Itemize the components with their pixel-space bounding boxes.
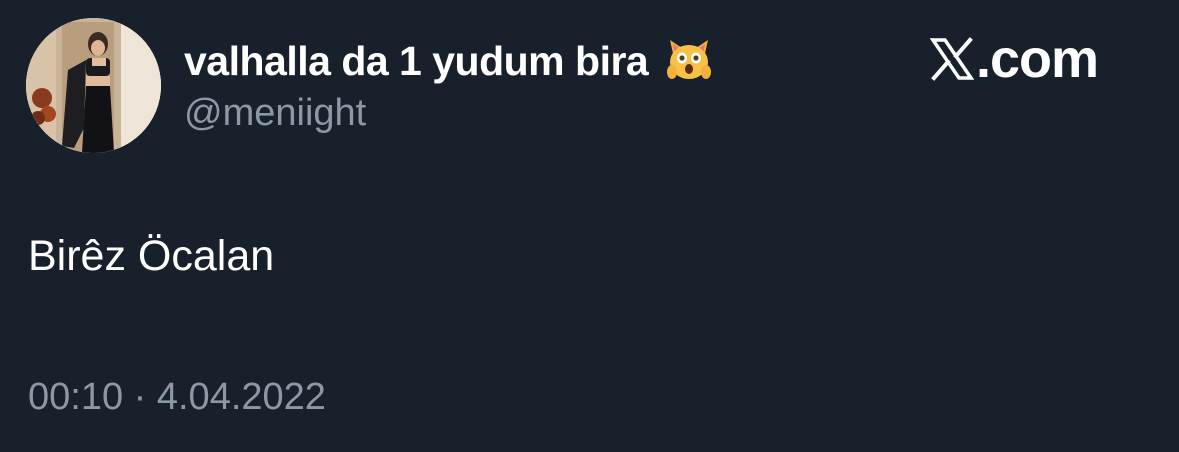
- x-brand: .com: [930, 28, 1099, 90]
- author-handle[interactable]: @meniight: [184, 92, 366, 135]
- brand-domain-label: .com: [976, 29, 1099, 89]
- tweet-text: Birêz Öcalan: [28, 232, 275, 280]
- x-logo-icon: [930, 37, 974, 81]
- author-row: valhalla da 1 yudum bira: [184, 36, 714, 86]
- avatar-image: [26, 18, 161, 153]
- avatar[interactable]: [26, 18, 161, 153]
- tweet-card: valhalla da 1 yudum bira @meniight .com …: [0, 0, 1179, 452]
- tweet-timestamp[interactable]: 00:10 · 4.04.2022: [28, 376, 326, 419]
- author-display-name[interactable]: valhalla da 1 yudum bira: [184, 38, 649, 85]
- scream-cat-emoji-icon: [664, 34, 714, 84]
